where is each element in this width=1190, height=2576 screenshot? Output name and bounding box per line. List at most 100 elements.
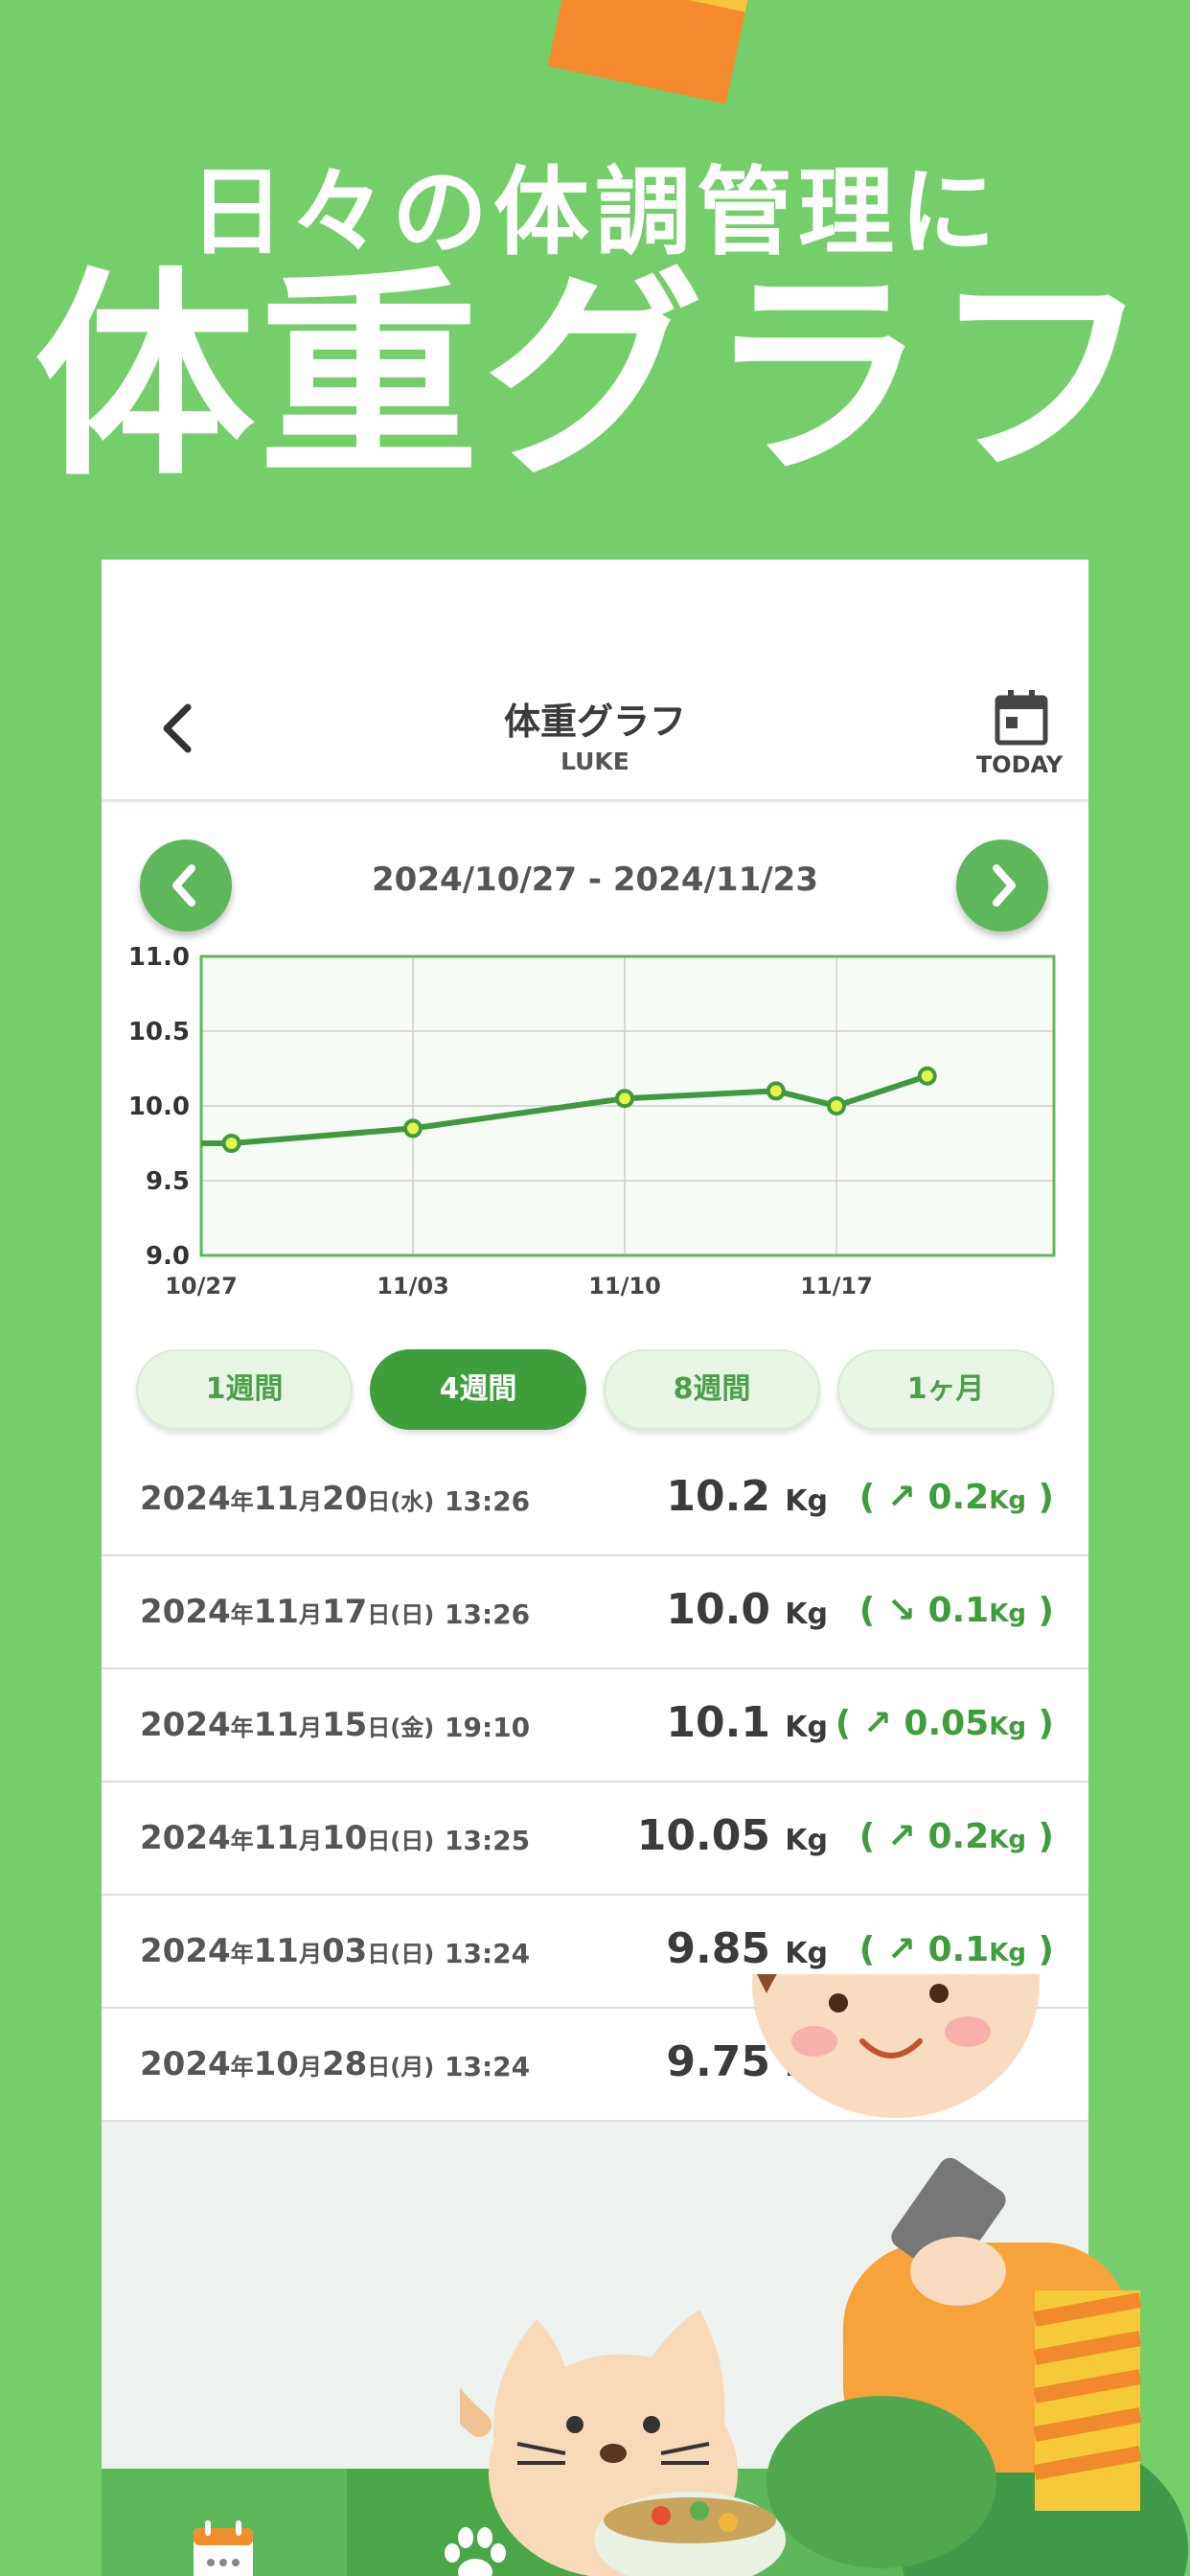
month-unit: 月 [298,1488,322,1515]
record-time: 13:24 [445,1938,531,1969]
record-month: 11 [253,1593,299,1631]
data-point [403,1118,423,1138]
weight-unit: Kg [785,1937,828,1970]
y-tick-label: 11.0 [128,947,190,972]
graph-panel: 2024/10/27 - 2024/11/23 9.0 9.5 10.0 10.5 11… [102,803,1088,1443]
record-year: 2024 [140,1932,231,1970]
data-point [221,1134,241,1153]
calendar-icon[interactable] [190,2518,257,2576]
record-date: 2024年11月03日(日) [140,1932,434,1970]
month-unit: 月 [298,1714,322,1741]
record-weekday: 日(月) [367,2054,435,2081]
record-day: 15 [321,1706,368,1744]
x-tick-label: 11/03 [377,1273,449,1300]
record-month: 11 [253,1706,299,1744]
record-date: 2024年11月15日(金) [140,1706,434,1744]
record-year: 2024 [140,2045,231,2083]
diff-value: ( ↗ 0.2 [858,1817,990,1856]
boy-and-cat-illustration [460,1974,1188,2576]
diff-close: ) [1026,1591,1054,1630]
today-button[interactable]: TODAY [972,690,1067,795]
record-date: 2024年11月10日(日) [140,1819,434,1857]
record-time: 19:10 [445,1712,531,1743]
year-unit: 年 [230,1941,254,1967]
record-month: 11 [253,1819,299,1857]
year-unit: 年 [230,1828,254,1854]
x-tick-label: 11/10 [588,1273,661,1300]
record-year: 2024 [140,1593,231,1631]
today-label: TODAY [975,751,1064,778]
y-tick-label: 9.5 [146,1167,190,1196]
period-button[interactable]: 1ヶ月 [837,1349,1054,1430]
record-day: 17 [321,1593,368,1631]
record-weekday: 日(金) [367,1714,435,1741]
record-time: 13:25 [445,1825,531,1856]
pet-name: LUKE [561,748,629,775]
period-button[interactable]: 8週間 [604,1349,820,1430]
record-year: 2024 [140,1706,231,1744]
record-row[interactable]: 2024年11月20日(水) 13:26 10.2 Kg( ↗ 0.2Kg ) [102,1443,1088,1556]
weight-chart: 9.0 9.5 10.0 10.5 11.0 10/27 11/03 11/10 11/17 [128,947,1056,1300]
next-range-button[interactable] [956,840,1048,932]
diff-value: ( ↗ 0.05 [835,1704,990,1743]
record-row[interactable]: 2024年11月17日(日) 13:26 10.0 Kg( ↘ 0.1Kg ) [102,1556,1088,1669]
diff-close: ) [1026,1478,1054,1517]
nav-bar: 体重グラフ LUKE TODAY [102,560,1088,801]
weight-unit: Kg [785,1484,828,1518]
record-time: 13:26 [445,1598,531,1630]
record-date: 2024年11月20日(水) [140,1480,434,1518]
period-button[interactable]: 4週間 [370,1349,586,1430]
diff-value: ( ↗ 0.1 [858,1930,990,1969]
record-day: 10 [321,1819,368,1857]
headline-title: 体重グラフ [34,250,1156,506]
record-date: 2024年11月17日(日) [140,1593,434,1631]
record-month: 11 [253,1480,299,1518]
month-unit: 月 [298,2054,322,2081]
record-year: 2024 [140,1819,231,1857]
data-point [917,1066,937,1086]
record-weight: 9.85 Kg [666,1924,828,1973]
year-unit: 年 [230,1601,254,1628]
period-selector: 1週間 4週間 8週間 1ヶ月 [136,1349,1056,1430]
data-point [766,1081,786,1101]
record-weekday: 日(日) [367,1941,435,1967]
year-unit: 年 [230,2054,254,2081]
weight-unit: Kg [785,1711,828,1744]
diff-close: ) [1026,1704,1054,1743]
page-title: 体重グラフ [503,701,686,743]
chevron-right-icon [993,864,1016,907]
month-unit: 月 [298,1828,322,1854]
year-unit: 年 [230,1488,254,1515]
record-weekday: 日(日) [367,1828,435,1854]
record-day: 28 [321,2045,368,2083]
data-point [827,1096,846,1116]
diff-unit: Kg [989,1826,1026,1854]
diff-unit: Kg [989,1713,1026,1741]
record-diff: ( ↗ 0.2Kg ) [859,1817,1054,1856]
record-diff: ( ↗ 0.1Kg ) [859,1930,1054,1969]
decorative-tag [547,0,750,104]
weight-value: 10.0 [666,1585,786,1634]
record-time: 13:26 [445,1485,531,1517]
record-weight: 10.0 Kg [666,1585,828,1634]
weight-value: 9.85 [666,1924,786,1973]
period-button[interactable]: 1週間 [136,1349,353,1430]
x-tick-label: 11/17 [800,1273,873,1300]
record-diff: ( ↗ 0.2Kg ) [859,1478,1054,1517]
record-diff: ( ↗ 0.05Kg ) [835,1704,1054,1743]
record-row[interactable]: 2024年11月10日(日) 13:25 10.05 Kg( ↗ 0.2Kg ) [102,1782,1088,1896]
record-weight: 10.2 Kg [666,1472,828,1521]
record-day: 20 [321,1480,368,1518]
weight-unit: Kg [785,1598,828,1631]
record-row[interactable]: 2024年11月15日(金) 19:10 10.1 Kg( ↗ 0.05Kg ) [102,1669,1088,1782]
record-month: 11 [253,1932,299,1970]
record-year: 2024 [140,1480,231,1518]
diff-unit: Kg [989,1599,1026,1628]
diff-close: ) [1026,1930,1054,1969]
y-tick-label: 10.5 [128,1018,190,1046]
record-weight: 10.1 Kg [666,1698,828,1747]
month-unit: 月 [298,1941,322,1967]
diff-value: ( ↗ 0.2 [858,1478,990,1517]
x-tick-label: 10/27 [165,1273,238,1300]
data-point [615,1089,634,1109]
